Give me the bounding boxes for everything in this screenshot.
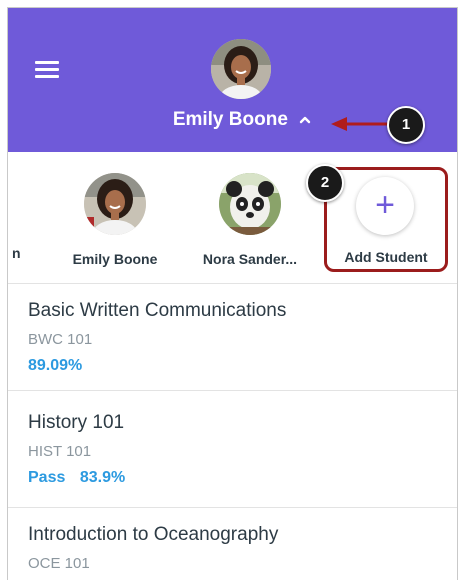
course-card[interactable]: Introduction to Oceanography OCE 101 bbox=[8, 508, 457, 580]
course-card[interactable]: History 101 HIST 101 Pass 83.9% bbox=[8, 391, 457, 508]
callout-badge-1: 1 bbox=[387, 106, 425, 144]
app-frame: Emily Boone 1 n Emily Boone Nora Sander.… bbox=[7, 7, 458, 580]
plus-icon[interactable]: + bbox=[356, 177, 414, 235]
course-grade-value: 83.9% bbox=[79, 469, 126, 486]
course-code: HIST 101 bbox=[28, 443, 92, 460]
header-student-name: Emily Boone bbox=[172, 109, 288, 131]
course-title: Introduction to Oceanography bbox=[28, 524, 279, 545]
app-header: Emily Boone 1 bbox=[8, 8, 457, 152]
course-code: BWC 101 bbox=[28, 331, 93, 348]
add-student-label: Add Student bbox=[344, 249, 428, 265]
student-name: Emily Boone bbox=[72, 251, 158, 267]
student-item-nora-sanders[interactable]: Nora Sander... bbox=[194, 173, 306, 267]
panda-mascot-avatar bbox=[219, 173, 281, 235]
student-switcher-strip: n Emily Boone Nora Sander... + Add Stude… bbox=[8, 152, 457, 284]
course-grade: Pass 83.9% bbox=[28, 469, 125, 487]
course-title: History 101 bbox=[28, 412, 125, 433]
course-grade-label: Pass bbox=[28, 469, 66, 486]
callout-arrow-icon bbox=[331, 117, 393, 131]
course-card[interactable]: Basic Written Communications BWC 101 89.… bbox=[8, 284, 457, 391]
callout-badge-2: 2 bbox=[306, 164, 344, 202]
avatar[interactable] bbox=[211, 39, 271, 99]
student-item-emily-boone[interactable]: Emily Boone bbox=[72, 173, 158, 267]
student-photo-avatar bbox=[84, 173, 146, 235]
student-name: Nora Sander... bbox=[202, 251, 298, 267]
course-title: Basic Written Communications bbox=[28, 300, 287, 321]
chevron-up-icon bbox=[299, 109, 311, 131]
partial-student-label[interactable]: n bbox=[12, 245, 21, 261]
course-code: OCE 101 bbox=[28, 555, 90, 572]
course-grade-value: 89.09% bbox=[28, 357, 83, 374]
student-photo-avatar bbox=[211, 39, 271, 99]
course-grade: 89.09% bbox=[28, 357, 82, 375]
hamburger-menu-icon[interactable] bbox=[35, 61, 59, 79]
